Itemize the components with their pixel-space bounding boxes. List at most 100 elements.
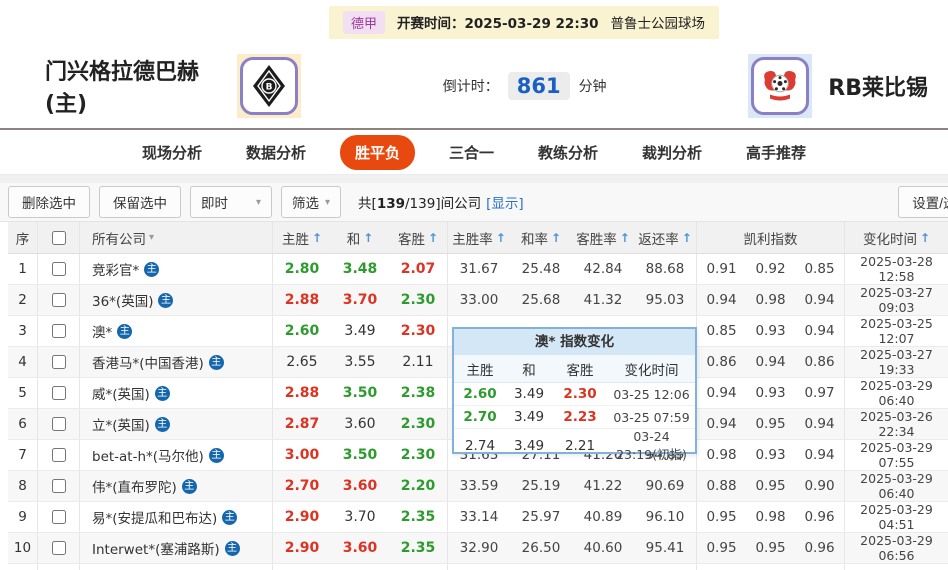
row-checkbox[interactable] [52, 448, 66, 462]
home-odds[interactable]: 3.00 [273, 440, 331, 470]
company-cell[interactable]: bet-at-h*(马尔他) 主 [80, 440, 273, 470]
home-odds[interactable]: 2.88 [273, 285, 331, 315]
nav-tab-2[interactable]: 胜平负 [340, 135, 415, 170]
league-badge[interactable]: 德甲 [343, 11, 385, 34]
time-mode-select[interactable]: 即时 ▾ [190, 186, 272, 218]
row-checkbox[interactable] [52, 386, 66, 400]
kelly-away: 0.96 [795, 502, 845, 532]
settings-button[interactable]: 设置/选择 [898, 186, 948, 218]
header-payout-rate[interactable]: 返还率↑ [634, 222, 697, 253]
change-time: 2025-03-26 22:34 [845, 409, 948, 439]
draw-odds[interactable]: 3.70 [331, 285, 389, 315]
home-odds[interactable]: 2.90 [273, 533, 331, 563]
draw-odds[interactable]: 3.50 [331, 378, 389, 408]
draw-odds[interactable]: 3.60 [331, 533, 389, 563]
popup-home-odds: 2.70 [454, 409, 506, 425]
away-odds[interactable]: 2.38 [389, 378, 448, 408]
row-checkbox[interactable] [52, 541, 66, 555]
nav-tab-0[interactable]: 现场分析 [132, 136, 212, 169]
kelly-away: 0.94 [795, 285, 845, 315]
keep-selected-button[interactable]: 保留选中 [99, 186, 181, 218]
nav-tab-5[interactable]: 裁判分析 [632, 136, 712, 169]
filter-dropdown[interactable]: 筛选 ▾ [281, 186, 341, 218]
row-checkbox-cell [38, 471, 80, 501]
draw-odds[interactable]: 3.70 [331, 502, 389, 532]
draw-odds[interactable]: 3.55 [331, 347, 389, 377]
away-rate: 41.22 [572, 471, 634, 501]
delete-selected-button[interactable]: 删除选中 [8, 186, 90, 218]
header-draw-odds[interactable]: 和↑ [331, 222, 389, 253]
away-odds[interactable]: 2.30 [389, 409, 448, 439]
change-time: 2025-03-29 06:40 [845, 378, 948, 408]
row-checkbox[interactable] [52, 355, 66, 369]
draw-odds[interactable]: 3.60 [331, 471, 389, 501]
nav-tab-6[interactable]: 高手推荐 [736, 136, 816, 169]
company-cell[interactable]: 香港马*(中国香港) 主 [80, 347, 273, 377]
popup-title: 澳* 指数变化 [454, 329, 695, 355]
home-badge-icon: 主 [225, 541, 240, 556]
countdown-zone: 倒计时： 861 分钟 [301, 72, 748, 100]
header-away-odds[interactable]: 客胜↑ [389, 222, 448, 253]
away-odds[interactable]: 2.30 [389, 285, 448, 315]
company-cell[interactable]: 易*(安提瓜和巴布达) 主 [80, 502, 273, 532]
company-cell[interactable]: 伟*(直布罗陀) 主 [80, 471, 273, 501]
nav-tab-1[interactable]: 数据分析 [236, 136, 316, 169]
show-link[interactable]: [显示] [486, 196, 524, 212]
home-odds[interactable]: 2.70 [273, 471, 331, 501]
home-badge-icon: 主 [209, 448, 224, 463]
row-checkbox[interactable] [52, 510, 66, 524]
svg-text:B: B [266, 83, 273, 93]
header-draw-rate[interactable]: 和率↑ [510, 222, 572, 253]
home-odds[interactable]: 2.90 [273, 502, 331, 532]
draw-odds[interactable]: 3.50 [331, 440, 389, 470]
away-odds[interactable]: 2.35 [389, 533, 448, 563]
kelly-home: 0.86 [697, 347, 746, 377]
company-cell[interactable]: 立*(英国) 主 [80, 409, 273, 439]
row-checkbox[interactable] [52, 324, 66, 338]
away-odds[interactable]: 2.30 [389, 316, 448, 346]
company-cell[interactable]: Interwet*(塞浦路斯) 主 [80, 533, 273, 563]
kelly-away: 0.97 [795, 378, 845, 408]
company-name: 威*(英国) [92, 383, 150, 403]
row-checkbox[interactable] [52, 479, 66, 493]
header-change-time[interactable]: 变化时间↑ [845, 222, 948, 253]
row-checkbox-cell [38, 254, 80, 284]
partial-next-row [8, 564, 948, 570]
payout-rate: 95.41 [634, 533, 697, 563]
header-home-rate[interactable]: 主胜率↑ [448, 222, 510, 253]
home-odds[interactable]: 2.65 [273, 347, 331, 377]
draw-odds[interactable]: 3.49 [331, 316, 389, 346]
header-company[interactable]: 所有公司 ▾ [80, 222, 273, 253]
draw-odds[interactable]: 3.60 [331, 409, 389, 439]
home-odds[interactable]: 2.88 [273, 378, 331, 408]
away-odds[interactable]: 2.07 [389, 254, 448, 284]
company-cell[interactable]: 竞彩官* 主 [80, 254, 273, 284]
select-all-checkbox[interactable] [52, 231, 66, 245]
change-time: 2025-03-27 19:33 [845, 347, 948, 377]
home-odds[interactable]: 2.87 [273, 409, 331, 439]
row-checkbox[interactable] [52, 262, 66, 276]
home-odds[interactable]: 2.80 [273, 254, 331, 284]
header-home-odds[interactable]: 主胜↑ [273, 222, 331, 253]
away-odds[interactable]: 2.20 [389, 471, 448, 501]
away-odds[interactable]: 2.11 [389, 347, 448, 377]
header-away-rate[interactable]: 客胜率↑ [572, 222, 634, 253]
nav-tab-3[interactable]: 三合一 [439, 136, 504, 169]
away-odds[interactable]: 2.30 [389, 440, 448, 470]
company-cell[interactable]: 澳* 主 [80, 316, 273, 346]
row-checkbox[interactable] [52, 417, 66, 431]
row-checkbox[interactable] [52, 293, 66, 307]
company-cell[interactable]: 威*(英国) 主 [80, 378, 273, 408]
kelly-away: 0.94 [795, 409, 845, 439]
nav-tab-4[interactable]: 教练分析 [528, 136, 608, 169]
company-cell[interactable]: 36*(英国) 主 [80, 285, 273, 315]
popup-home-odds: 2.60 [454, 386, 506, 402]
payout-rate: 95.03 [634, 285, 697, 315]
away-odds[interactable]: 2.35 [389, 502, 448, 532]
popup-home-odds: 2.74 [454, 438, 506, 454]
change-time: 2025-03-29 04:51 [845, 502, 948, 532]
sort-asc-icon: ↑ [363, 231, 373, 245]
draw-odds[interactable]: 3.48 [331, 254, 389, 284]
home-odds[interactable]: 2.60 [273, 316, 331, 346]
row-seq: 4 [8, 347, 38, 377]
